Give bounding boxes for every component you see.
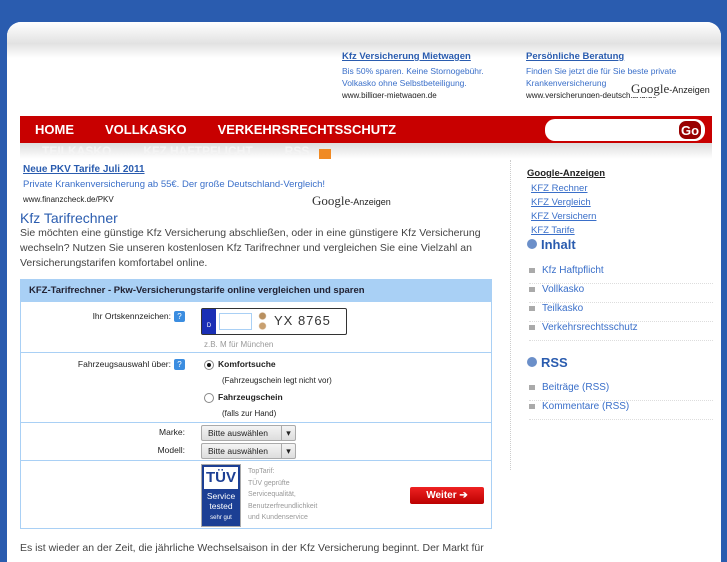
info-icon xyxy=(527,239,537,249)
ad-title[interactable]: Persönliche Beratung xyxy=(526,51,696,64)
weiter-button[interactable]: Weiter ➔ xyxy=(410,487,484,504)
help-icon[interactable]: ? xyxy=(174,359,185,370)
rss-heading: RSS xyxy=(541,355,568,370)
radio-label: Komfortsuche xyxy=(218,359,276,369)
bullet-icon xyxy=(529,384,535,390)
main-content: Neue PKV Tarife Juli 2011 Private Kranke… xyxy=(20,160,492,556)
sidebar-item-kfz-haftpflicht[interactable]: Kfz Haftpflicht xyxy=(529,265,713,284)
bullet-icon xyxy=(529,267,535,273)
intro-text: Sie möchten eine günstige Kfz Versicheru… xyxy=(20,227,481,269)
sidebar-item-label: Vollkasko xyxy=(542,284,585,295)
secondary-nav: TEILKASKO KFZ HAFTPFLICHT RSS xyxy=(20,143,712,159)
ad-title[interactable]: Neue PKV Tarife Juli 2011 xyxy=(23,162,487,177)
radio-fahrzeugschein[interactable]: Fahrzeugschein xyxy=(204,392,283,403)
help-icon[interactable]: ? xyxy=(174,311,185,322)
plate-city-input[interactable] xyxy=(219,313,252,330)
license-plate: D YX 8765 xyxy=(201,308,347,335)
bullet-icon xyxy=(529,286,535,292)
tuv-line: TÜV geprüfte xyxy=(248,479,290,487)
vehicle-label: Fahrzeugsauswahl über: xyxy=(77,359,171,369)
rss-icon[interactable] xyxy=(319,149,332,159)
radio-unchecked-icon[interactable] xyxy=(204,392,214,403)
tuv-line: Benutzerfreundlichkeit xyxy=(248,502,318,510)
bullet-icon xyxy=(529,403,535,409)
radio-sub: (falls zur Hand) xyxy=(222,409,277,418)
sidebar-item-kommentare-rss[interactable]: Kommentare (RSS) xyxy=(529,401,713,420)
search-go-button[interactable]: Go xyxy=(678,120,702,140)
sidebar-item-teilkasko[interactable]: Teilkasko xyxy=(529,303,713,322)
sidebar-ads-title[interactable]: Google-Anzeigen xyxy=(527,168,605,179)
ad-text: Bis 50% sparen. Keine Stornogebühr. xyxy=(342,65,484,76)
tuv-line: Servicequalität, xyxy=(248,491,296,498)
sidebar-item-label: Beiträge (RSS) xyxy=(542,382,610,393)
article-text: Es ist wieder an der Zeit, die jährliche… xyxy=(20,542,484,554)
ad-url[interactable]: www.finanzcheck.de/PKV xyxy=(23,192,487,202)
radio-komfortsuche[interactable]: Komfortsuche xyxy=(204,359,276,370)
sidebar-item-beitraege-rss[interactable]: Beiträge (RSS) xyxy=(529,382,713,401)
ads-suffix: -Anzeigen xyxy=(350,197,391,207)
form-title: KFZ-Tarifrechner - Pkw-Versicherungstari… xyxy=(21,280,491,301)
sidebar-item-vollkasko[interactable]: Vollkasko xyxy=(529,284,713,303)
plate-row: Ihr Ortskennzeichen:? D YX 8765 z.B. M f… xyxy=(21,301,491,352)
radio-label: Fahrzeugschein xyxy=(218,392,283,402)
google-ads-label[interactable]: Google-Anzeigen xyxy=(631,81,710,97)
tuv-line: und Kundenservice xyxy=(248,514,308,521)
tuv-description: TopTarif: TÜV geprüfte Servicequalität, … xyxy=(248,466,317,524)
ad-title[interactable]: Kfz Versicherung Mietwagen xyxy=(342,51,512,64)
eu-flag-icon: D xyxy=(202,309,216,334)
sidebar-item-label: Kfz Haftpflicht xyxy=(542,265,604,276)
submit-row: TÜV Service tested sehr gut TopTarif: TÜV … xyxy=(21,460,491,528)
nav-verkehrsrechtsschutz[interactable]: VERKEHRSRECHTSSCHUTZ xyxy=(218,122,396,137)
brand-select[interactable]: Bitte auswählen xyxy=(201,425,296,441)
nav-home[interactable]: HOME xyxy=(35,122,74,137)
sidebar-ad-link[interactable]: KFZ Vergleich xyxy=(531,197,591,208)
tariff-calculator-form: KFZ-Tarifrechner - Pkw-Versicherungstari… xyxy=(20,279,492,529)
nav-kfz-haftpflicht[interactable]: KFZ HAFTPFLICHT xyxy=(143,143,252,159)
google-logo: Google xyxy=(312,193,351,208)
tuv-logo: TÜV xyxy=(204,467,238,489)
ad-text: Private Krankenversicherung ab 55€. Der … xyxy=(23,179,326,190)
sidebar-ad-link[interactable]: KFZ Versichern xyxy=(531,211,596,222)
brand-label: Marke: xyxy=(159,427,185,437)
inhalt-heading: Inhalt xyxy=(541,237,576,252)
plate-seal-icon xyxy=(258,311,267,331)
nav-rss[interactable]: RSS xyxy=(285,143,310,159)
nav-vollkasko[interactable]: VOLLKASKO xyxy=(105,122,187,137)
sidebar-ad-link[interactable]: KFZ Tarife xyxy=(531,225,575,236)
radio-sub: (Fahrzeugschein legt nicht vor) xyxy=(222,376,332,385)
tuv-rating: sehr gut xyxy=(210,515,232,521)
google-logo: Google xyxy=(631,81,670,96)
bullet-icon xyxy=(529,324,535,330)
ad-url[interactable]: www.billiger-mietwagen.de xyxy=(342,90,512,98)
vehicle-selection-row: Fahrzeugsauswahl über:? Komfortsuche (Fa… xyxy=(21,352,491,422)
sidebar: Google-Anzeigen KFZ Rechner KFZ Vergleic… xyxy=(510,160,713,470)
nav-teilkasko[interactable]: TEILKASKO xyxy=(42,143,111,159)
sidebar-item-label: Kommentare (RSS) xyxy=(542,401,630,412)
tuv-line: TopTarif: xyxy=(248,468,275,475)
top-ad-1[interactable]: Kfz Versicherung Mietwagen Bis 50% spare… xyxy=(342,51,512,98)
sidebar-item-label: Teilkasko xyxy=(542,303,584,314)
sidebar-ad-link[interactable]: KFZ Rechner xyxy=(531,183,588,194)
tuv-badge: TÜV Service tested sehr gut xyxy=(201,464,241,527)
main-ad[interactable]: Neue PKV Tarife Juli 2011 Private Kranke… xyxy=(20,160,490,208)
model-label: Modell: xyxy=(157,445,185,455)
plate-number: YX 8765 xyxy=(274,313,331,328)
ads-suffix: -Anzeigen xyxy=(669,85,710,95)
plate-label: Ihr Ortskennzeichen: xyxy=(92,311,171,321)
brand-model-row: Marke: Bitte auswählen Modell: Bitte aus… xyxy=(21,422,491,460)
info-icon xyxy=(527,357,537,367)
page-card: Kfz Versicherung Mietwagen Bis 50% spare… xyxy=(7,22,721,562)
ad-text: Finden Sie jetzt die für Sie beste priva… xyxy=(526,65,677,76)
bullet-icon xyxy=(529,305,535,311)
ad-text: Krankenversicherung xyxy=(526,78,607,88)
plate-hint: z.B. M für München xyxy=(204,340,274,349)
page-title: Kfz Tarifrechner xyxy=(20,210,118,226)
tuv-text: Service tested xyxy=(206,491,236,511)
sidebar-item-label: Verkehrsrechtsschutz xyxy=(542,322,638,333)
model-select[interactable]: Bitte auswählen xyxy=(201,443,296,459)
ad-text: Volkasko ohne Selbstbeteiligung. xyxy=(342,78,467,88)
sidebar-item-verkehrsrechtsschutz[interactable]: Verkehrsrechtsschutz xyxy=(529,322,713,341)
radio-checked-icon[interactable] xyxy=(204,359,214,370)
